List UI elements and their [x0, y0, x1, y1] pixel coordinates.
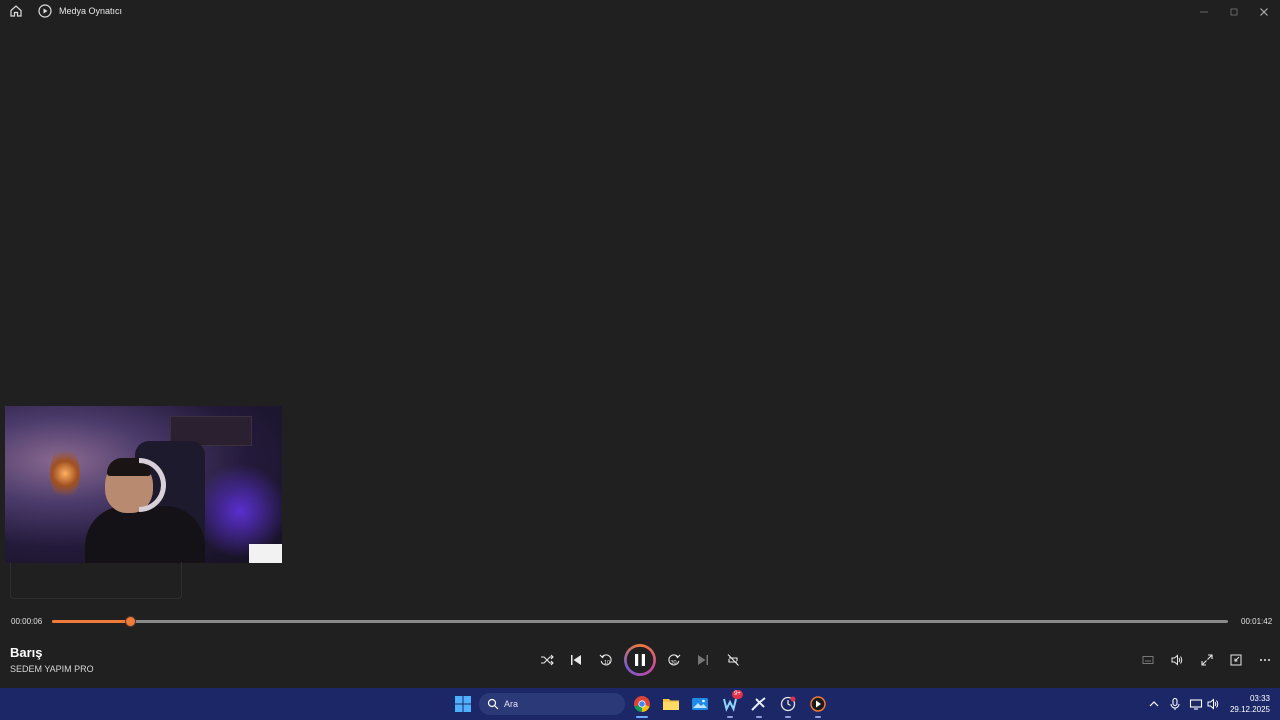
- show-hidden-icons[interactable]: [1147, 697, 1161, 711]
- svg-text:10: 10: [604, 660, 610, 666]
- home-icon[interactable]: [8, 3, 24, 19]
- pause-button[interactable]: [624, 644, 656, 676]
- taskbar-media-player[interactable]: [806, 692, 830, 718]
- taskbar-chrome[interactable]: [630, 692, 654, 718]
- folder-icon: [663, 699, 679, 710]
- search-icon: [487, 698, 499, 710]
- maximize-button[interactable]: [1228, 5, 1240, 17]
- running-indicator: [756, 716, 762, 718]
- microphone-icon: [1170, 697, 1180, 710]
- running-indicator: [815, 716, 821, 718]
- speaker-icon: [1207, 698, 1219, 710]
- repeat-off-icon: [727, 654, 739, 666]
- mini-player-button[interactable]: [1227, 651, 1245, 669]
- next-button[interactable]: [694, 651, 712, 669]
- subtitles-icon: [1142, 656, 1154, 664]
- subtitles-button[interactable]: [1139, 651, 1157, 669]
- person-body: [85, 506, 205, 563]
- taskbar-steam[interactable]: [747, 692, 771, 718]
- close-button[interactable]: [1258, 5, 1270, 17]
- seek-bar[interactable]: [52, 616, 1228, 627]
- webcam-overlay: [5, 406, 282, 563]
- white-bag: [249, 544, 282, 563]
- minimize-button[interactable]: [1198, 5, 1210, 17]
- volume-icon: [1171, 654, 1183, 666]
- clock-date: 29.12.2025: [1229, 705, 1270, 714]
- next-icon: [698, 655, 708, 665]
- chevron-up-icon: [1149, 701, 1159, 707]
- shuffle-icon: [541, 654, 554, 666]
- previous-button[interactable]: [567, 651, 585, 669]
- start-button[interactable]: [451, 692, 475, 716]
- ghost-panel: [10, 562, 182, 599]
- notification-badge: 9+: [732, 690, 743, 699]
- svg-text:30: 30: [671, 660, 677, 666]
- shuffle-button[interactable]: [538, 651, 556, 669]
- forward-30-icon: 30: [668, 654, 681, 666]
- search-placeholder: Ara: [504, 699, 519, 709]
- seek-thumb[interactable]: [125, 616, 137, 627]
- volume-tray[interactable]: [1206, 697, 1220, 711]
- network-icon: [1189, 699, 1203, 710]
- windows-icon: [455, 696, 471, 712]
- track-artist: SEDEM YAPIM PRO: [10, 664, 94, 674]
- chrome-icon: [634, 696, 650, 712]
- photos-icon: [692, 698, 708, 710]
- media-player-icon: [810, 696, 826, 712]
- taskbar-photos[interactable]: [688, 692, 712, 716]
- media-player-app-icon: [38, 4, 52, 18]
- more-options-button[interactable]: [1256, 651, 1274, 669]
- running-indicator: [785, 716, 791, 718]
- current-time: 00:00:06: [11, 617, 43, 626]
- taskbar: Ara 9+ 03:33 29.12.2025: [0, 688, 1280, 720]
- app-title: Medya Oynatıcı: [59, 6, 123, 16]
- more-icon: [1260, 659, 1270, 661]
- seek-progress: [52, 620, 131, 623]
- forward-30-button[interactable]: 30: [665, 651, 683, 669]
- taskbar-clock-app[interactable]: [776, 692, 800, 718]
- fullscreen-button[interactable]: [1198, 651, 1216, 669]
- rewind-10-icon: 10: [599, 654, 612, 666]
- steam-icon: [751, 697, 766, 711]
- taskbar-search[interactable]: Ara: [479, 693, 625, 715]
- duration-time: 00:01:42: [1241, 617, 1273, 626]
- clock-icon: [780, 696, 796, 712]
- taskbar-clock[interactable]: 03:33 29.12.2025: [1226, 693, 1270, 715]
- volume-button[interactable]: [1168, 651, 1186, 669]
- fullscreen-icon: [1201, 654, 1213, 666]
- pause-icon: [635, 654, 645, 666]
- title-bar: Medya Oynatıcı: [0, 0, 1280, 22]
- previous-icon: [571, 655, 581, 665]
- active-indicator: [636, 716, 648, 718]
- running-indicator: [727, 716, 733, 718]
- taskbar-whatsapp[interactable]: 9+: [718, 690, 743, 718]
- repeat-off-button[interactable]: [724, 651, 742, 669]
- taskbar-file-explorer[interactable]: [659, 692, 683, 716]
- rewind-10-button[interactable]: 10: [597, 651, 615, 669]
- track-title: Barış: [10, 645, 43, 660]
- network-tray[interactable]: [1189, 697, 1203, 711]
- mini-player-icon: [1230, 654, 1242, 666]
- clock-time: 03:33: [1249, 694, 1270, 703]
- microphone-tray[interactable]: [1168, 697, 1182, 711]
- lamp-light: [50, 446, 80, 501]
